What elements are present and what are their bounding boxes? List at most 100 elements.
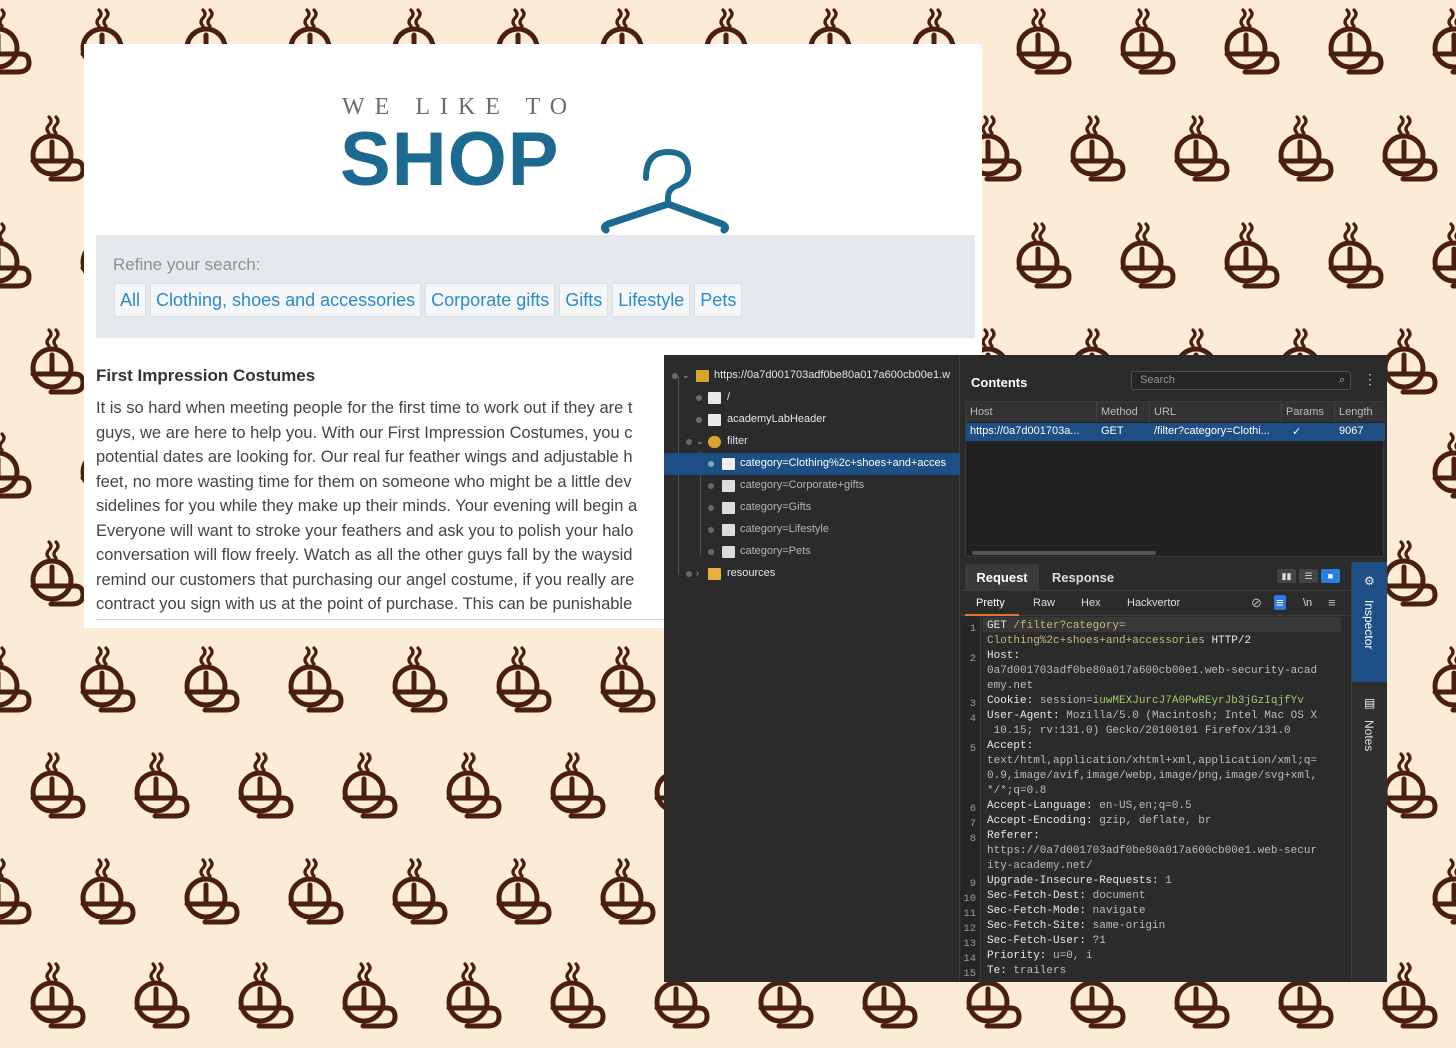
single-pane-icon[interactable]: ■ <box>1321 569 1340 583</box>
tab-request[interactable]: Request <box>965 564 1039 591</box>
table-row[interactable]: https://0a7d001703a... GET /filter?categ… <box>966 423 1385 441</box>
request-line: Accept: <box>987 740 1034 752</box>
search-input[interactable]: Search ⌕ <box>1131 371 1351 390</box>
coffee-cup-icon <box>187 860 237 922</box>
coffee-cup-icon <box>1019 10 1069 72</box>
status-dot <box>708 549 714 555</box>
category-link-gifts[interactable]: Gifts <box>559 283 609 317</box>
coffee-cup-icon <box>1227 10 1277 72</box>
split-horizontal-icon[interactable]: ☰ <box>1299 569 1318 583</box>
request-line: Host: <box>987 650 1021 662</box>
column-params[interactable]: Params <box>1282 402 1335 422</box>
chevron-down-icon[interactable]: ⌄ <box>682 370 690 381</box>
category-link-lifestyle[interactable]: Lifestyle <box>612 283 691 317</box>
tree-node-category-corporate[interactable]: category=Corporate+gifts <box>664 475 960 497</box>
tree-node-category-gifts[interactable]: category=Gifts <box>664 497 960 519</box>
request-line: Te: trailers <box>987 965 1067 977</box>
category-link-corporate-gifts[interactable]: Corporate gifts <box>425 283 556 317</box>
status-dot <box>696 395 702 401</box>
category-link-pets[interactable]: Pets <box>694 283 743 317</box>
notes-label[interactable]: Notes <box>1362 720 1376 751</box>
filter-panel: Refine your search: All Clothing, shoes … <box>96 235 975 338</box>
request-line: Accept-Encoding: gzip, deflate, br <box>987 815 1212 827</box>
line-number: 13 <box>963 938 976 950</box>
tree-node-slash[interactable]: / <box>664 387 960 409</box>
category-link-all[interactable]: All <box>114 283 147 317</box>
coffee-cup-icon <box>1435 434 1456 496</box>
cell-length: 9067 <box>1339 425 1364 437</box>
request-line: GET /filter?category= <box>987 620 1126 632</box>
tree-node-label: filter <box>727 435 748 447</box>
split-vertical-icon[interactable]: ▮▮ <box>1277 569 1296 583</box>
coffee-cup-icon <box>0 860 29 922</box>
column-method[interactable]: Method <box>1097 402 1150 422</box>
tree-node-label: resources <box>727 567 776 579</box>
tree-node-category-pets[interactable]: category=Pets <box>664 541 960 563</box>
subtab-raw[interactable]: Raw <box>1033 597 1055 609</box>
coffee-cup-icon <box>1435 10 1456 72</box>
coffee-cup-icon <box>1385 754 1435 816</box>
inspector-sidebar: ⚙ Inspector ▤ Notes <box>1351 562 1387 982</box>
tab-response[interactable]: Response <box>1043 564 1123 591</box>
question-file-icon <box>722 480 735 492</box>
request-line: Referer: <box>987 830 1040 842</box>
coffee-cup-icon <box>553 754 603 816</box>
column-host[interactable]: Host <box>966 402 1097 422</box>
request-editor[interactable]: 1 GET /filter?category= Clothing%2c+shoes+… <box>961 617 1351 982</box>
request-line: Priority: u=0, i <box>987 950 1093 962</box>
status-dot <box>686 439 692 445</box>
file-icon <box>708 414 721 426</box>
status-dot <box>708 483 714 489</box>
active-tab-indicator <box>965 614 1019 616</box>
status-dot <box>708 461 714 467</box>
description-line: contract you sign with us at the point o… <box>96 595 633 613</box>
more-options-icon[interactable]: ⋮ <box>1363 371 1377 388</box>
status-dot <box>708 527 714 533</box>
tree-node-category-clothing[interactable]: category=Clothing%2c+shoes+and+acces <box>664 453 960 475</box>
subtab-pretty[interactable]: Pretty <box>976 597 1005 609</box>
coffee-cup-icon <box>33 964 83 1026</box>
search-icon[interactable]: ⌕ <box>1339 374 1345 387</box>
description-line: conversation will flow freely. Watch as … <box>96 546 633 564</box>
newline-toggle[interactable]: \n <box>1303 597 1312 609</box>
question-file-icon <box>722 502 735 514</box>
line-number: 1 <box>969 623 976 635</box>
tree-node-label: https://0a7d001703adf0be80a017a600cb00e1… <box>714 369 951 381</box>
site-map-tree: ⌄ https://0a7d001703adf0be80a017a600cb00… <box>664 355 960 982</box>
tree-node-root[interactable]: ⌄ https://0a7d001703adf0be80a017a600cb00… <box>664 365 960 387</box>
chevron-right-icon[interactable]: › <box>696 568 699 578</box>
eye-off-icon[interactable]: ⊘ <box>1251 595 1262 611</box>
inspector-label[interactable]: Inspector <box>1362 600 1376 649</box>
tree-node-academy-header[interactable]: academyLabHeader <box>664 409 960 431</box>
line-number: 12 <box>963 923 976 935</box>
line-number: 2 <box>969 653 976 665</box>
cell-method: GET <box>1101 425 1124 437</box>
tree-node-filter[interactable]: ⌄ filter <box>664 431 960 453</box>
horizontal-scrollbar[interactable] <box>972 551 1156 555</box>
question-file-icon <box>722 524 735 536</box>
menu-icon[interactable]: ≡ <box>1328 595 1336 610</box>
coffee-cup-icon <box>0 224 29 286</box>
wrap-lines-icon[interactable]: ≡ <box>1274 595 1286 610</box>
tree-node-category-lifestyle[interactable]: category=Lifestyle <box>664 519 960 541</box>
notes-icon[interactable]: ▤ <box>1364 696 1375 710</box>
category-link-clothing[interactable]: Clothing, shoes and accessories <box>150 283 422 317</box>
tree-node-resources[interactable]: › resources <box>664 563 960 585</box>
tree-node-label: category=Gifts <box>740 501 812 513</box>
shop-logo[interactable]: WE LIKE TO SHOP <box>340 88 742 234</box>
coffee-cup-icon <box>83 860 133 922</box>
request-line: Upgrade-Insecure-Requests: 1 <box>987 875 1172 887</box>
layout-buttons: ▮▮ ☰ ■ <box>1277 569 1340 583</box>
subtab-hex[interactable]: Hex <box>1081 597 1101 609</box>
hanger-icon <box>600 148 730 234</box>
inspector-icon[interactable]: ⚙ <box>1364 574 1375 588</box>
status-dot <box>696 417 702 423</box>
column-length[interactable]: Length <box>1335 402 1385 422</box>
chevron-down-icon[interactable]: ⌄ <box>696 436 704 447</box>
subtab-hackvertor[interactable]: Hackvertor <box>1127 597 1180 609</box>
line-number: 14 <box>963 953 976 965</box>
request-line: emy.net <box>987 680 1034 692</box>
request-line: https://0a7d001703adf0be80a017a600cb00e1… <box>987 845 1318 857</box>
product-title[interactable]: First Impression Costumes <box>96 366 315 386</box>
column-url[interactable]: URL <box>1150 402 1282 422</box>
